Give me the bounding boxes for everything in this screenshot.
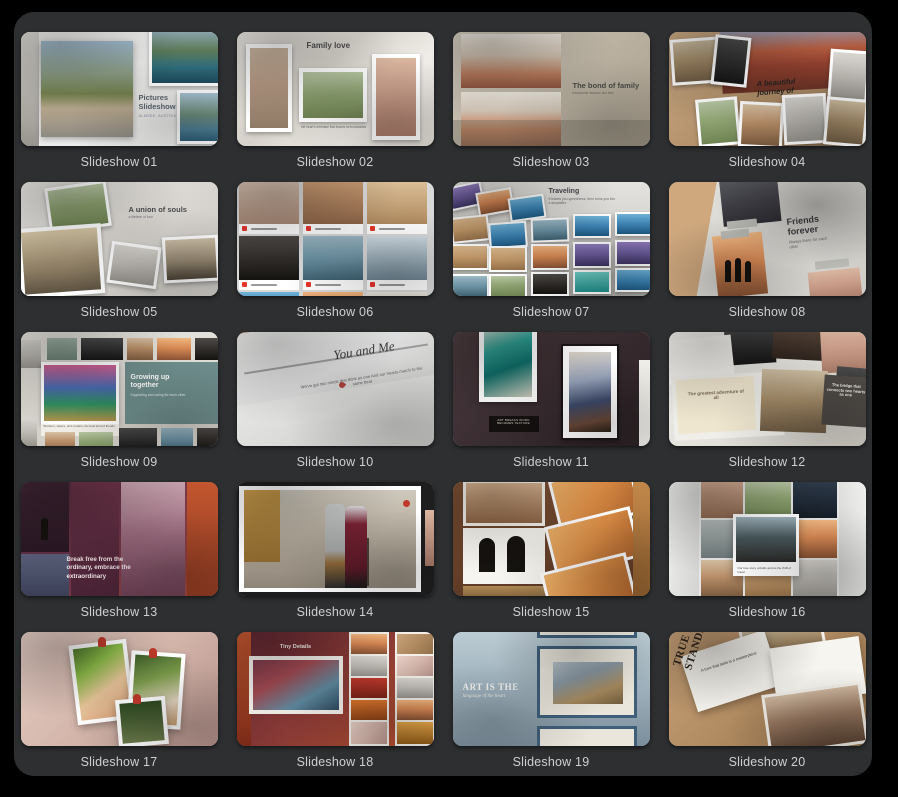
thumb-title-01: Pictures Slideshow xyxy=(139,94,189,111)
slideshow-thumbnail-15[interactable] xyxy=(453,482,650,596)
thumb-caption-09: Brothers, sisters, and cousins, the best… xyxy=(44,425,116,428)
thumb-subtitle-01: ALMSEE, AUSTRIA xyxy=(139,114,191,118)
slideshow-card-15[interactable]: Slideshow 15 xyxy=(453,482,650,632)
slideshow-thumbnail-04[interactable]: A beautiful journey of xyxy=(669,32,866,146)
slideshow-thumbnail-01[interactable]: Pictures Slideshow ALMSEE, AUSTRIA xyxy=(21,32,218,146)
thumb-title-09: Growing up together xyxy=(131,374,189,390)
slideshow-label-03: Slideshow 03 xyxy=(513,156,590,169)
slideshow-card-14[interactable]: Slideshow 14 xyxy=(237,482,434,632)
slideshow-card-17[interactable]: Slideshow 17 xyxy=(21,632,218,782)
slideshow-grid: Pictures Slideshow ALMSEE, AUSTRIA Slide… xyxy=(28,22,858,782)
thumb-subtitle-08: Always there for each other xyxy=(788,236,837,250)
thumb-subtitle-02: the heart's embrace that knows no bounda… xyxy=(301,126,367,130)
slideshow-label-10: Slideshow 10 xyxy=(297,456,374,469)
thumb-subtitle-16: Our love story unfolds across the thrill… xyxy=(738,567,794,574)
slideshow-thumbnail-17[interactable] xyxy=(21,632,218,746)
slideshow-thumbnail-12[interactable]: The greatest adventure of all The bridge… xyxy=(669,332,866,446)
thumb-title-05: A union of souls xyxy=(129,206,215,215)
slideshow-thumbnail-10[interactable]: You and Me We've got two minds that thin… xyxy=(237,332,434,446)
thumb-title-03: The bond of family xyxy=(573,82,645,91)
slideshow-card-18[interactable]: Tiny Details xyxy=(237,632,434,782)
slideshow-thumbnail-11[interactable]: ART BREAKS WORD BECOMES TEXTURE xyxy=(453,332,650,446)
slideshow-card-01[interactable]: Pictures Slideshow ALMSEE, AUSTRIA Slide… xyxy=(21,32,218,182)
slideshow-thumbnail-07[interactable]: Traveling It leaves you speechless, then… xyxy=(453,182,650,296)
thumb-title-08: Friends forever xyxy=(786,211,846,238)
slideshow-card-12[interactable]: The greatest adventure of all The bridge… xyxy=(669,332,866,482)
slideshow-label-13: Slideshow 13 xyxy=(81,606,158,619)
slideshow-label-20: Slideshow 20 xyxy=(729,756,806,769)
slideshow-thumbnail-18[interactable]: Tiny Details xyxy=(237,632,434,746)
thumb-title-07: Traveling xyxy=(549,188,609,196)
slideshow-card-02[interactable]: Family love the heart's embrace that kno… xyxy=(237,32,434,182)
thumb-subtitle-09: Supporting and caring for each other xyxy=(131,394,189,398)
slideshow-card-16[interactable]: Our love story unfolds across the thrill… xyxy=(669,482,866,632)
slideshow-label-15: Slideshow 15 xyxy=(513,606,590,619)
slideshow-thumbnail-05[interactable]: A union of souls a lifetime of love xyxy=(21,182,218,296)
thumb-title-02: Family love xyxy=(307,41,407,50)
slideshow-label-14: Slideshow 14 xyxy=(297,606,374,619)
slideshow-card-03[interactable]: The bond of family transcends distance a… xyxy=(453,32,650,182)
slideshow-label-05: Slideshow 05 xyxy=(81,306,158,319)
slideshow-label-08: Slideshow 08 xyxy=(729,306,806,319)
slideshow-card-04[interactable]: A beautiful journey of Slideshow 04 xyxy=(669,32,866,182)
thumb-title-13: Break free from the ordinary, embrace th… xyxy=(67,556,137,581)
slideshow-thumbnail-13[interactable]: Break free from the ordinary, embrace th… xyxy=(21,482,218,596)
slideshow-card-11[interactable]: ART BREAKS WORD BECOMES TEXTURE Slidesho… xyxy=(453,332,650,482)
slideshow-thumbnail-14[interactable] xyxy=(237,482,434,596)
slideshow-thumbnail-19[interactable]: ART IS THE language of the heart xyxy=(453,632,650,746)
slideshow-label-07: Slideshow 07 xyxy=(513,306,590,319)
slideshow-card-20[interactable]: TRUE LOVE STANDS A love that lasts is a … xyxy=(669,632,866,782)
slideshow-gallery-panel: Pictures Slideshow ALMSEE, AUSTRIA Slide… xyxy=(14,12,872,776)
slideshow-label-02: Slideshow 02 xyxy=(297,156,374,169)
slideshow-thumbnail-03[interactable]: The bond of family transcends distance a… xyxy=(453,32,650,146)
slideshow-label-12: Slideshow 12 xyxy=(729,456,806,469)
slideshow-label-18: Slideshow 18 xyxy=(297,756,374,769)
slideshow-thumbnail-02[interactable]: Family love the heart's embrace that kno… xyxy=(237,32,434,146)
slideshow-card-05[interactable]: A union of souls a lifetime of love Slid… xyxy=(21,182,218,332)
slideshow-thumbnail-06[interactable] xyxy=(237,182,434,296)
thumb-subtitle-05: a lifetime of love xyxy=(129,216,209,220)
slideshow-card-19[interactable]: ART IS THE language of the heart Slidesh… xyxy=(453,632,650,782)
slideshow-label-04: Slideshow 04 xyxy=(729,156,806,169)
slideshow-thumbnail-16[interactable]: Our love story unfolds across the thrill… xyxy=(669,482,866,596)
thumb-subtitle-11: ART BREAKS WORD BECOMES TEXTURE xyxy=(492,419,536,426)
thumb-subtitle-07: It leaves you speechless, then turns you… xyxy=(549,198,617,206)
slideshow-card-10[interactable]: You and Me We've got two minds that thin… xyxy=(237,332,434,482)
slideshow-card-06[interactable]: Slideshow 06 xyxy=(237,182,434,332)
slideshow-card-07[interactable]: Traveling It leaves you speechless, then… xyxy=(453,182,650,332)
slideshow-card-13[interactable]: Break free from the ordinary, embrace th… xyxy=(21,482,218,632)
slideshow-label-01: Slideshow 01 xyxy=(81,156,158,169)
slideshow-label-09: Slideshow 09 xyxy=(81,456,158,469)
thumb-subtitle-19: language of the heart xyxy=(463,694,533,700)
slideshow-thumbnail-20[interactable]: TRUE LOVE STANDS A love that lasts is a … xyxy=(669,632,866,746)
thumb-subtitle-12: The bridge that connects two hearts as o… xyxy=(825,383,865,400)
slideshow-thumbnail-08[interactable]: Friends forever Always there for each ot… xyxy=(669,182,866,296)
slideshow-label-19: Slideshow 19 xyxy=(513,756,590,769)
slideshow-card-08[interactable]: Friends forever Always there for each ot… xyxy=(669,182,866,332)
slideshow-thumbnail-09[interactable]: Growing up together Supporting and carin… xyxy=(21,332,218,446)
slideshow-label-11: Slideshow 11 xyxy=(513,456,589,469)
slideshow-label-17: Slideshow 17 xyxy=(81,756,158,769)
slideshow-label-06: Slideshow 06 xyxy=(297,306,374,319)
thumb-title-19: ART IS THE xyxy=(463,682,533,692)
slideshow-label-16: Slideshow 16 xyxy=(729,606,806,619)
thumb-subtitle-03: transcends distance and time xyxy=(573,92,645,96)
slideshow-card-09[interactable]: Growing up together Supporting and carin… xyxy=(21,332,218,482)
thumb-title-18: Tiny Details xyxy=(265,644,327,650)
